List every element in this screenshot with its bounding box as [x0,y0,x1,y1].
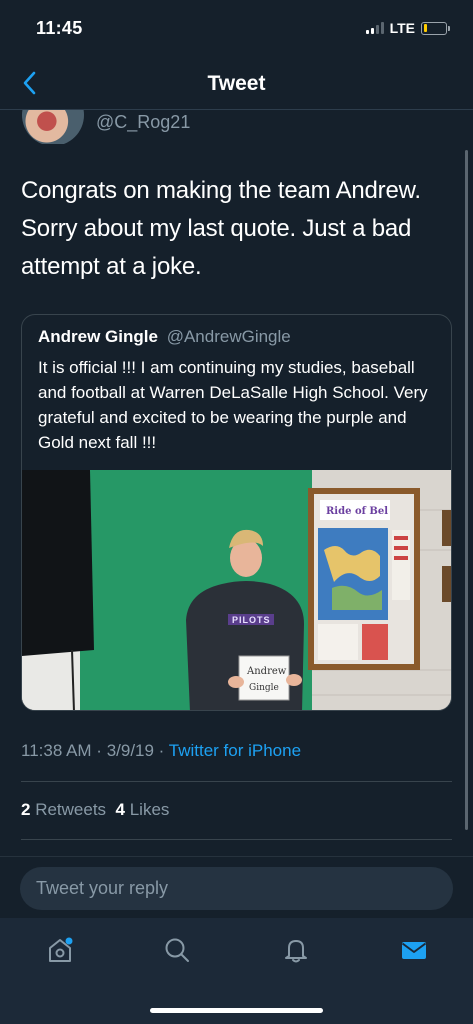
mail-icon [401,942,427,959]
author-handle[interactable]: @C_Rog21 [96,112,190,133]
tab-home[interactable] [40,932,80,968]
scrollbar[interactable] [465,150,468,830]
home-indicator [150,1008,323,1013]
retweets-stat[interactable]: 2 Retweets [21,800,106,819]
bell-icon [285,940,307,963]
divider [21,781,452,782]
tweet-date: 3/9/19 [106,741,154,760]
tweet-source-link[interactable]: Twitter for iPhone [169,741,301,760]
signal-icon [365,22,384,34]
quoted-author-handle: @AndrewGingle [166,327,291,346]
meta-separator: · [153,741,169,760]
hoodie-text: PILOTS [232,615,271,625]
board-banner-text: Ride of Bel [326,506,388,517]
network-type: LTE [389,20,415,36]
battery-icon [421,21,450,35]
battery-level [423,24,427,32]
photo-illustration: Ride of Bel PILOTS Andrew Gingle [22,470,451,710]
likes-count: 4 [115,800,125,819]
status-bar: 11:45 LTE [0,0,473,56]
likes-label: Likes [124,800,170,819]
tweet-author: @C_Rog21 [22,110,452,144]
tab-messages[interactable] [394,932,434,968]
page-title: Tweet [207,71,266,95]
tab-search[interactable] [157,932,197,968]
quoted-author-name: Andrew Gingle [38,327,158,346]
quoted-tweet[interactable]: Andrew Gingle @AndrewGingle It is offici… [21,314,452,711]
sign-line-1: Andrew [246,666,287,677]
quoted-tweet-header: Andrew Gingle @AndrewGingle [38,327,291,347]
status-time: 11:45 [36,17,83,38]
quoted-tweet-text: It is official !!! I am continuing my st… [38,358,428,452]
retweets-label: Retweets [30,800,107,819]
divider [21,839,452,840]
nav-bar: Tweet [0,58,473,110]
search-icon [165,938,189,962]
status-indicators: LTE [365,20,450,36]
avatar[interactable] [22,110,84,144]
sign-line-2: Gingle [249,683,279,693]
tweet-text: Congrats on making the team Andrew. Sorr… [21,177,421,280]
tweet-stats: 2 Retweets 4 Likes [21,800,169,820]
likes-stat[interactable]: 4 Likes [116,800,170,819]
tab-notifications[interactable] [276,932,316,968]
meta-separator: · [91,741,107,760]
quoted-tweet-photo[interactable]: Ride of Bel PILOTS Andrew Gingle [22,470,451,710]
tab-bar [0,918,473,1024]
chevron-left-icon [23,71,36,95]
home-icon [49,937,73,962]
reply-input[interactable]: Tweet your reply [20,867,453,910]
back-button[interactable] [14,68,44,98]
reply-composer: Tweet your reply [0,856,473,918]
tweet-time: 11:38 AM [21,741,92,760]
tweet-meta: 11:38 AM · 3/9/19 · Twitter for iPhone [21,741,301,761]
